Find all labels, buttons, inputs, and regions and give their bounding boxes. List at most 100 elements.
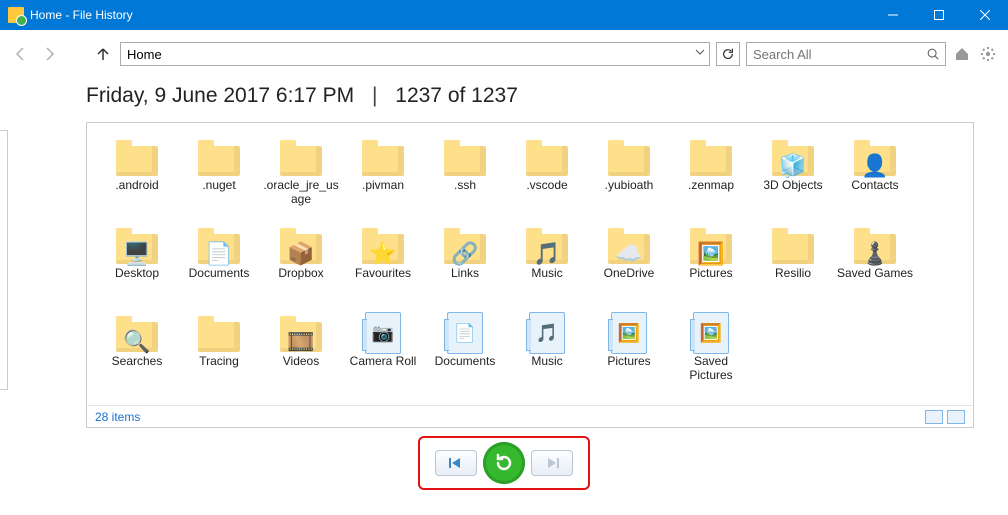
item-label: Resilio [775, 267, 811, 281]
item-label: Links [451, 267, 479, 281]
items-panel: .android .nuget .oracle_jre_usage .pivman .s… [86, 122, 974, 428]
folder-icon [360, 137, 406, 177]
view-icons-button[interactable] [947, 410, 965, 424]
close-button[interactable] [962, 0, 1008, 30]
item--nuget[interactable]: .nuget [179, 133, 259, 217]
item--oracle-jre-usage[interactable]: .oracle_jre_usage [261, 133, 341, 217]
item-label: Camera Roll [350, 355, 417, 369]
library-documents-icon: 📄 [442, 313, 488, 353]
folder-pictures-icon: 🖼️ [688, 225, 734, 265]
up-button[interactable] [92, 43, 114, 65]
item--vscode[interactable]: .vscode [507, 133, 587, 217]
item-label: Videos [283, 355, 319, 369]
item-documents[interactable]: 📄 Documents [425, 309, 505, 393]
folder-onedrive-icon: ☁️ [606, 225, 652, 265]
item-label: Saved Pictures [672, 355, 750, 383]
search-input[interactable] [747, 43, 945, 65]
folder-icon [524, 137, 570, 177]
library-camera-icon: 📷 [360, 313, 406, 353]
folder-icon [442, 137, 488, 177]
app-icon [8, 7, 24, 23]
item-videos[interactable]: 🎞️Videos [261, 309, 341, 393]
folder-icon [688, 137, 734, 177]
library-music-icon: 🎵 [524, 313, 570, 353]
minimize-button[interactable] [870, 0, 916, 30]
item-label: Music [531, 355, 562, 369]
library-pictures-icon: 🖼️ [606, 313, 652, 353]
path-input[interactable] [120, 42, 710, 66]
item-label: Searches [112, 355, 163, 369]
titlebar: Home - File History [0, 0, 1008, 30]
folder-contacts-icon: 👤 [852, 137, 898, 177]
gear-icon[interactable] [978, 44, 998, 64]
folder-desktop-icon: 🖥️ [114, 225, 160, 265]
item-label: Documents [189, 267, 250, 281]
nav-toolbar [0, 40, 1008, 68]
item-contacts[interactable]: 👤 Contacts [835, 133, 915, 217]
item-searches[interactable]: 🔍 Searches [97, 309, 177, 393]
item-camera-roll[interactable]: 📷 Camera Roll [343, 309, 423, 393]
status-bar: 28 items [87, 405, 973, 427]
item-label: Dropbox [278, 267, 323, 281]
item-label: Saved Games [837, 267, 913, 281]
item--android[interactable]: .android [97, 133, 177, 217]
view-details-button[interactable] [925, 410, 943, 424]
folder-icon [196, 137, 242, 177]
item--ssh[interactable]: .ssh [425, 133, 505, 217]
folder-dropbox-icon: 📦 [278, 225, 324, 265]
folder-favourites-icon: ⭐ [360, 225, 406, 265]
item--pivman[interactable]: .pivman [343, 133, 423, 217]
item-label: .pivman [362, 179, 404, 193]
folder-3d-icon: 🧊 [770, 137, 816, 177]
item-label: .ssh [454, 179, 476, 193]
refresh-button[interactable] [716, 42, 740, 66]
folder-icon [770, 225, 816, 265]
separator: | [372, 84, 377, 107]
item-pictures[interactable]: 🖼️Pictures [671, 221, 751, 305]
snapshot-position: 1237 of 1237 [395, 84, 518, 107]
library-pictures-icon: 🖼️ [688, 313, 734, 353]
maximize-button[interactable] [916, 0, 962, 30]
item-label: Tracing [199, 355, 239, 369]
folder-links-icon: 🔗 [442, 225, 488, 265]
forward-button[interactable] [38, 43, 60, 65]
item-label: .android [115, 179, 158, 193]
folder-icon [606, 137, 652, 177]
item-label: .nuget [202, 179, 235, 193]
folder-search-icon: 🔍 [114, 313, 160, 353]
snapshot-header: Friday, 9 June 2017 6:17 PM | 1237 of 12… [0, 68, 1008, 122]
folder-icon [196, 313, 242, 353]
item-label: Music [531, 267, 562, 281]
back-button[interactable] [10, 43, 32, 65]
item-desktop[interactable]: 🖥️ Desktop [97, 221, 177, 305]
folder-documents-icon: 📄 [196, 225, 242, 265]
left-pane-edge [0, 130, 8, 390]
item-saved-pictures[interactable]: 🖼️Saved Pictures [671, 309, 751, 393]
item-links[interactable]: 🔗 Links [425, 221, 505, 305]
item-onedrive[interactable]: ☁️OneDrive [589, 221, 669, 305]
item-saved-games[interactable]: ♟️ Saved Games [835, 221, 915, 305]
item-label: Desktop [115, 267, 159, 281]
home-icon[interactable] [952, 44, 972, 64]
item-label: Contacts [851, 179, 898, 193]
folder-games-icon: ♟️ [852, 225, 898, 265]
item-documents[interactable]: 📄 Documents [179, 221, 259, 305]
item-count: 28 items [95, 410, 140, 424]
item-label: 3D Objects [763, 179, 822, 193]
item-label: .oracle_jre_usage [262, 179, 340, 207]
search-icon [926, 47, 940, 64]
snapshot-timestamp: Friday, 9 June 2017 6:17 PM [86, 84, 354, 107]
item-label: Documents [435, 355, 496, 369]
item-favourites[interactable]: ⭐ Favourites [343, 221, 423, 305]
item-music[interactable]: 🎵 Music [507, 309, 587, 393]
item-pictures[interactable]: 🖼️ Pictures [589, 309, 669, 393]
item-3d-objects[interactable]: 🧊 3D Objects [753, 133, 833, 217]
item-label: Favourites [355, 267, 411, 281]
item-resilio[interactable]: Resilio [753, 221, 833, 305]
item--zenmap[interactable]: .zenmap [671, 133, 751, 217]
item-dropbox[interactable]: 📦 Dropbox [261, 221, 341, 305]
item-tracing[interactable]: Tracing [179, 309, 259, 393]
item-music[interactable]: 🎵Music [507, 221, 587, 305]
item-label: Pictures [607, 355, 650, 369]
item--yubioath[interactable]: .yubioath [589, 133, 669, 217]
